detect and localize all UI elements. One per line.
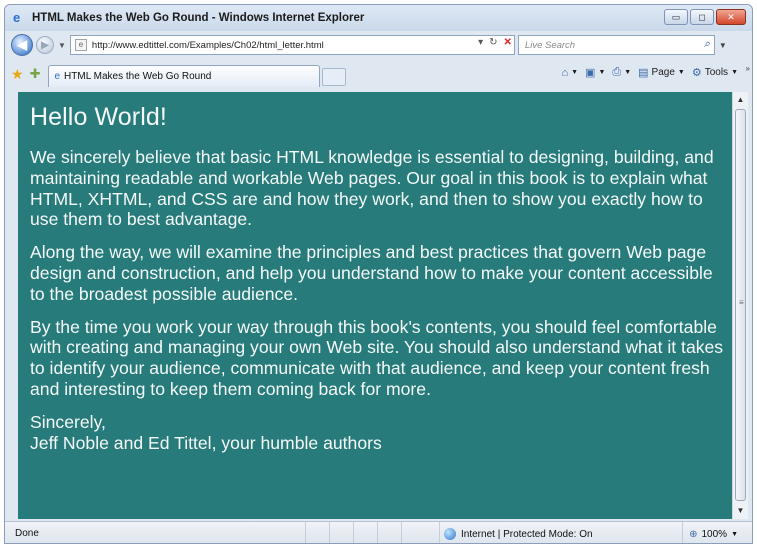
tab-html-makes-the-web-go-round[interactable]: e HTML Makes the Web Go Round <box>48 65 321 87</box>
stop-icon[interactable]: ✕ <box>504 37 512 48</box>
feeds-icon: ▣ <box>585 67 596 79</box>
status-cell <box>329 522 353 543</box>
home-button[interactable]: ⌂ ▼ <box>561 67 578 79</box>
home-icon: ⌂ <box>561 66 569 79</box>
search-input[interactable]: Live Search ⌕ <box>517 35 715 55</box>
scrollbar-thumb[interactable]: ≡ <box>735 109 746 501</box>
tools-menu[interactable]: ⚙ Tools ▼ <box>692 66 738 79</box>
window-title: HTML Makes the Web Go Round - Windows In… <box>32 12 365 24</box>
status-cell <box>401 522 425 543</box>
tab-label: HTML Makes the Web Go Round <box>64 71 212 82</box>
refresh-icon[interactable]: ↻ <box>489 37 497 48</box>
security-zone[interactable]: Internet | Protected Mode: On <box>439 522 679 543</box>
zone-label: Internet | Protected Mode: On <box>461 528 593 540</box>
close-button[interactable]: ✕ <box>716 9 746 25</box>
zoom-level: 100% <box>701 528 728 540</box>
address-bar[interactable]: e http://www.edtittel.com/Examples/Ch02/… <box>69 35 515 55</box>
status-bar: Done Internet | Protected Mode: On ⊕ 100… <box>5 521 752 543</box>
grip-icon: ≡ <box>739 298 744 307</box>
status-cell <box>353 522 377 543</box>
print-button[interactable]: ⎙ ▼ <box>612 66 631 79</box>
paragraph: Along the way, we will examine the princ… <box>30 242 713 304</box>
address-dropdown-icon[interactable]: ▾ <box>478 37 483 48</box>
forward-button[interactable]: ▶ <box>36 36 54 54</box>
globe-icon <box>444 528 456 540</box>
new-tab-button[interactable] <box>322 68 347 86</box>
page-menu[interactable]: ▤ Page ▼ <box>638 66 685 79</box>
paragraph: We sincerely believe that basic HTML kno… <box>30 147 714 230</box>
tab-page-icon: e <box>54 71 61 82</box>
add-favorite-icon[interactable]: ✚ <box>30 66 41 82</box>
status-text: Done <box>15 528 39 539</box>
maximize-button[interactable]: ◻ <box>690 9 714 25</box>
zoom-control[interactable]: ⊕ 100% ▼ <box>682 522 738 543</box>
scroll-down-arrow-icon[interactable]: ▼ <box>733 503 748 519</box>
vertical-scrollbar[interactable]: ▲ ≡ ▼ <box>732 92 748 519</box>
page-heading: Hello World! <box>30 103 167 131</box>
command-bar: ⌂ ▼ ▣ ▼ ⎙ ▼ ▤ Page ▼ ⚙ Tools ▼ <box>561 66 738 79</box>
recent-pages-dropdown-icon[interactable]: ▼ <box>58 41 66 50</box>
tab-bar: ★ ✚ e HTML Makes the Web Go Round ⌂ ▼ ▣ ▼ … <box>5 61 752 87</box>
search-placeholder: Live Search <box>524 39 576 51</box>
closing: Sincerely, <box>30 411 106 432</box>
zoom-icon: ⊕ <box>689 528 698 540</box>
page-content: Hello World! We sincerely believe that b… <box>18 92 732 519</box>
browser-window: e HTML Makes the Web Go Round - Windows … <box>4 4 753 544</box>
favorites-star-icon[interactable]: ★ <box>11 66 24 83</box>
gear-icon: ⚙ <box>691 67 702 79</box>
page-icon: e <box>74 39 87 51</box>
minimize-button[interactable]: ▭ <box>664 9 688 25</box>
page-menu-icon: ▤ <box>638 67 649 79</box>
paragraph: By the time you work your way through th… <box>30 316 724 399</box>
search-options-dropdown-icon[interactable]: ▼ <box>719 41 727 50</box>
address-url: http://www.edtittel.com/Examples/Ch02/ht… <box>91 39 324 51</box>
window-controls: ▭ ◻ ✕ <box>664 9 746 25</box>
back-button[interactable]: ◀ <box>11 34 33 56</box>
signature: Jeff Noble and Ed Tittel, your humble au… <box>30 432 382 453</box>
feeds-button[interactable]: ▣ ▼ <box>585 66 605 79</box>
printer-icon: ⎙ <box>612 66 622 78</box>
scroll-up-arrow-icon[interactable]: ▲ <box>733 92 748 108</box>
zoom-dropdown-icon[interactable]: ▼ <box>731 531 738 538</box>
navigation-bar: ◀ ▶ ▼ e http://www.edtittel.com/Examples… <box>5 31 752 59</box>
status-cell <box>377 522 401 543</box>
ie-logo-icon: e <box>13 10 21 25</box>
status-cell <box>305 522 329 543</box>
search-icon[interactable]: ⌕ <box>704 38 710 51</box>
title-bar: e HTML Makes the Web Go Round - Windows … <box>5 5 752 31</box>
chevron-more-icon[interactable]: » <box>746 64 750 73</box>
